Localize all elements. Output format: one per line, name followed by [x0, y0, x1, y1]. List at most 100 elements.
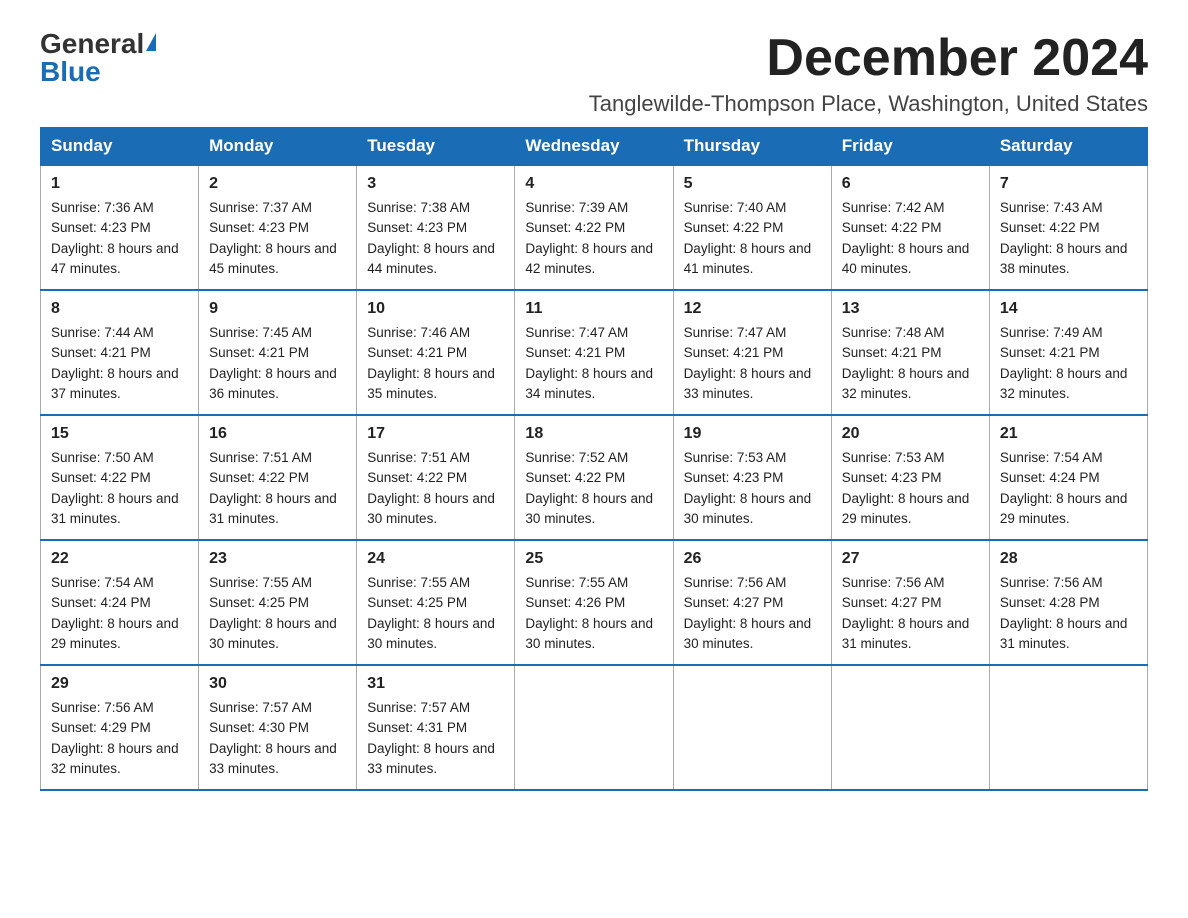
sunset-info: Sunset: 4:29 PM [51, 720, 151, 735]
sunrise-info: Sunrise: 7:53 AM [684, 450, 787, 465]
calendar-day-cell: 19Sunrise: 7:53 AMSunset: 4:23 PMDayligh… [673, 415, 831, 540]
sunset-info: Sunset: 4:31 PM [367, 720, 467, 735]
location-subtitle: Tanglewilde-Thompson Place, Washington, … [589, 91, 1148, 117]
daylight-info: Daylight: 8 hours and 29 minutes. [51, 616, 179, 651]
daylight-info: Daylight: 8 hours and 34 minutes. [525, 366, 653, 401]
calendar-day-cell: 25Sunrise: 7:55 AMSunset: 4:26 PMDayligh… [515, 540, 673, 665]
calendar-day-cell: 17Sunrise: 7:51 AMSunset: 4:22 PMDayligh… [357, 415, 515, 540]
sunrise-info: Sunrise: 7:48 AM [842, 325, 945, 340]
calendar-day-cell: 11 Sunrise: 7:47 AM Sunset: 4:21 PM Dayligh… [515, 290, 673, 415]
sunset-info: Sunset: 4:23 PM [209, 220, 309, 235]
sunrise-info: Sunrise: 7:45 AM [209, 325, 312, 340]
calendar-day-cell: 13Sunrise: 7:48 AMSunset: 4:21 PMDayligh… [831, 290, 989, 415]
sunrise-info: Sunrise: 7:46 AM [367, 325, 470, 340]
sunset-info: Sunset: 4:22 PM [525, 220, 625, 235]
sunrise-info: Sunrise: 7:42 AM [842, 200, 945, 215]
day-number: 4 [525, 172, 662, 196]
sunrise-info: Sunrise: 7:40 AM [684, 200, 787, 215]
sunrise-info: Sunrise: 7:47 AM [525, 325, 628, 340]
sunrise-info: Sunrise: 7:38 AM [367, 200, 470, 215]
calendar-day-cell: 26Sunrise: 7:56 AMSunset: 4:27 PMDayligh… [673, 540, 831, 665]
daylight-info: Daylight: 8 hours and 33 minutes. [367, 741, 495, 776]
day-number: 20 [842, 422, 979, 446]
calendar-header-sunday: Sunday [41, 128, 199, 166]
sunset-info: Sunset: 4:24 PM [51, 595, 151, 610]
calendar-week-row-4: 22Sunrise: 7:54 AMSunset: 4:24 PMDayligh… [41, 540, 1148, 665]
sunrise-info: Sunrise: 7:56 AM [1000, 575, 1103, 590]
sunset-info: Sunset: 4:21 PM [684, 345, 784, 360]
calendar-day-cell: 7Sunrise: 7:43 AMSunset: 4:22 PMDaylight… [989, 165, 1147, 290]
calendar-week-row-2: 8Sunrise: 7:44 AMSunset: 4:21 PMDaylight… [41, 290, 1148, 415]
calendar-day-cell: 21Sunrise: 7:54 AMSunset: 4:24 PMDayligh… [989, 415, 1147, 540]
day-number: 11 [525, 297, 662, 321]
day-number: 25 [525, 547, 662, 571]
sunrise-info: Sunrise: 7:55 AM [367, 575, 470, 590]
day-number: 5 [684, 172, 821, 196]
sunrise-info: Sunrise: 7:51 AM [367, 450, 470, 465]
day-number: 12 [684, 297, 821, 321]
calendar-day-cell: 10Sunrise: 7:46 AMSunset: 4:21 PMDayligh… [357, 290, 515, 415]
sunset-info: Sunset: 4:22 PM [525, 470, 625, 485]
daylight-info: Daylight: 8 hours and 32 minutes. [1000, 366, 1128, 401]
daylight-info: Daylight: 8 hours and 30 minutes. [525, 616, 653, 651]
calendar-day-cell [515, 665, 673, 790]
day-number: 3 [367, 172, 504, 196]
calendar-day-cell: 30Sunrise: 7:57 AMSunset: 4:30 PMDayligh… [199, 665, 357, 790]
daylight-info: Daylight: 8 hours and 36 minutes. [209, 366, 337, 401]
daylight-info: Daylight: 8 hours and 30 minutes. [684, 616, 812, 651]
calendar-day-cell: 6Sunrise: 7:42 AMSunset: 4:22 PMDaylight… [831, 165, 989, 290]
daylight-info: Daylight: 8 hours and 29 minutes. [842, 491, 970, 526]
daylight-info: Daylight: 8 hours and 41 minutes. [684, 241, 812, 276]
day-number: 26 [684, 547, 821, 571]
sunrise-info: Sunrise: 7:56 AM [51, 700, 154, 715]
daylight-info: Daylight: 8 hours and 29 minutes. [1000, 491, 1128, 526]
calendar-day-cell: 22Sunrise: 7:54 AMSunset: 4:24 PMDayligh… [41, 540, 199, 665]
day-number: 13 [842, 297, 979, 321]
logo-blue-text: Blue [40, 58, 101, 86]
day-number: 15 [51, 422, 188, 446]
calendar-day-cell: 5Sunrise: 7:40 AMSunset: 4:22 PMDaylight… [673, 165, 831, 290]
day-number: 21 [1000, 422, 1137, 446]
sunset-info: Sunset: 4:21 PM [209, 345, 309, 360]
sunrise-info: Sunrise: 7:52 AM [525, 450, 628, 465]
day-number: 17 [367, 422, 504, 446]
sunset-info: Sunset: 4:22 PM [842, 220, 942, 235]
calendar-header-row: SundayMondayTuesdayWednesdayThursdayFrid… [41, 128, 1148, 166]
daylight-info: Daylight: 8 hours and 31 minutes. [209, 491, 337, 526]
sunset-info: Sunset: 4:23 PM [684, 470, 784, 485]
logo-triangle-icon [146, 33, 156, 51]
sunset-info: Sunset: 4:23 PM [842, 470, 942, 485]
sunset-info: Sunset: 4:24 PM [1000, 470, 1100, 485]
sunrise-info: Sunrise: 7:57 AM [209, 700, 312, 715]
sunset-info: Sunset: 4:21 PM [525, 345, 625, 360]
sunrise-info: Sunrise: 7:47 AM [684, 325, 787, 340]
day-number: 18 [525, 422, 662, 446]
sunrise-info: Sunrise: 7:37 AM [209, 200, 312, 215]
daylight-info: Daylight: 8 hours and 44 minutes. [367, 241, 495, 276]
day-number: 2 [209, 172, 346, 196]
daylight-info: Daylight: 8 hours and 47 minutes. [51, 241, 179, 276]
sunset-info: Sunset: 4:23 PM [51, 220, 151, 235]
day-number: 9 [209, 297, 346, 321]
sunrise-info: Sunrise: 7:56 AM [842, 575, 945, 590]
sunrise-info: Sunrise: 7:39 AM [525, 200, 628, 215]
daylight-info: Daylight: 8 hours and 45 minutes. [209, 241, 337, 276]
calendar-day-cell: 1Sunrise: 7:36 AMSunset: 4:23 PMDaylight… [41, 165, 199, 290]
calendar-day-cell [673, 665, 831, 790]
daylight-info: Daylight: 8 hours and 40 minutes. [842, 241, 970, 276]
day-number: 10 [367, 297, 504, 321]
calendar-header-wednesday: Wednesday [515, 128, 673, 166]
sunset-info: Sunset: 4:25 PM [209, 595, 309, 610]
day-number: 16 [209, 422, 346, 446]
sunset-info: Sunset: 4:21 PM [51, 345, 151, 360]
calendar-week-row-1: 1Sunrise: 7:36 AMSunset: 4:23 PMDaylight… [41, 165, 1148, 290]
calendar-day-cell: 14Sunrise: 7:49 AMSunset: 4:21 PMDayligh… [989, 290, 1147, 415]
calendar-day-cell: 28Sunrise: 7:56 AMSunset: 4:28 PMDayligh… [989, 540, 1147, 665]
calendar-week-row-3: 15Sunrise: 7:50 AMSunset: 4:22 PMDayligh… [41, 415, 1148, 540]
daylight-info: Daylight: 8 hours and 32 minutes. [51, 741, 179, 776]
day-number: 19 [684, 422, 821, 446]
sunset-info: Sunset: 4:26 PM [525, 595, 625, 610]
day-number: 22 [51, 547, 188, 571]
sunrise-info: Sunrise: 7:55 AM [209, 575, 312, 590]
daylight-info: Daylight: 8 hours and 33 minutes. [684, 366, 812, 401]
